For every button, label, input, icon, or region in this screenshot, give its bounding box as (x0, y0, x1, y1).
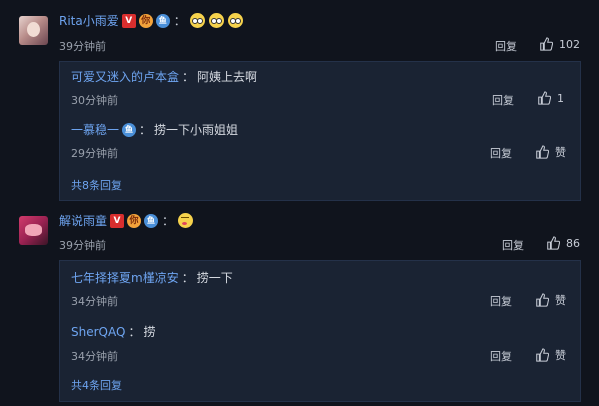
reply-list: 可爱又迷入的卢本盒：阿姨上去啊 30分钟前 回复 1 一慕稳一 鱼 ：捞一下小雨… (59, 61, 581, 201)
reply-list: 七年择择夏m槿凉安：捞一下 34分钟前 回复 赞 SherQAQ：捞 34分钟前… (59, 260, 581, 402)
colon: ： (162, 214, 175, 228)
reply-item: 七年择择夏m槿凉安：捞一下 34分钟前 回复 赞 (60, 261, 580, 313)
like-count: 赞 (555, 349, 566, 362)
reply-username[interactable]: 一慕稳一 (71, 121, 119, 138)
reply-time: 30分钟前 (71, 94, 118, 107)
reply-item: 可爱又迷入的卢本盒：阿姨上去啊 30分钟前 回复 1 (60, 62, 580, 114)
username[interactable]: 解说雨童 (59, 212, 107, 229)
like-count: 赞 (555, 146, 566, 159)
kiss-emoji-icon (178, 213, 194, 228)
reply-colon: ： (182, 70, 195, 84)
thumbs-up-icon (536, 348, 549, 362)
reply-button[interactable]: 回复 (490, 293, 512, 309)
glasses-emoji-icon (189, 13, 205, 28)
reply-colon: ： (181, 271, 194, 285)
thumbs-up-icon (547, 236, 560, 250)
reply-username[interactable]: SherQAQ (71, 325, 125, 339)
reply-button[interactable]: 回复 (495, 38, 517, 54)
like-button[interactable]: 赞 (535, 347, 566, 363)
reply-button[interactable]: 回复 (490, 145, 512, 161)
verified-badge-icon: V (121, 13, 136, 28)
reply-username[interactable]: 七年择择夏m槿凉安 (71, 269, 179, 286)
reply-item: SherQAQ：捞 34分钟前 回复 赞 (60, 316, 580, 368)
reply-button[interactable]: 回复 (502, 237, 524, 253)
like-count: 赞 (555, 294, 566, 307)
more-replies-link[interactable]: 共8条回复 (71, 177, 122, 193)
like-button[interactable]: 102 (539, 37, 580, 51)
fish-badge-icon: 鱼 (155, 13, 170, 28)
like-button[interactable]: 1 (537, 91, 564, 105)
reply-time: 29分钟前 (71, 147, 118, 160)
comment-item: 解说雨童 V 你 鱼 ： 39分钟前 回复 86 七年择择夏m槿凉安：捞一下 3… (0, 205, 599, 406)
fish-badge-icon: 鱼 (122, 122, 137, 137)
avatar[interactable] (19, 216, 48, 245)
thumbs-up-icon (536, 293, 549, 307)
thumbs-up-icon (536, 145, 549, 159)
comment-username-row: 解说雨童 V 你 鱼 ： (59, 212, 194, 229)
colon: ： (173, 14, 186, 28)
glasses-emoji-icon (227, 13, 243, 28)
thumbs-up-icon (540, 37, 553, 51)
reply-time: 34分钟前 (71, 295, 118, 308)
comment-time: 39分钟前 (59, 239, 106, 252)
comment-item: Rita小雨爱 V 你 鱼 ： 39分钟前 回复 102 可爱又迷入的卢本盒：阿… (0, 0, 599, 205)
reply-item: 一慕稳一 鱼 ：捞一下小雨姐姐 29分钟前 回复 赞 (60, 115, 580, 167)
reply-colon: ： (139, 123, 152, 137)
like-count: 1 (557, 91, 564, 105)
reply-text: 阿姨上去啊 (197, 70, 258, 84)
reply-text: 捞一下小雨姐姐 (154, 123, 239, 137)
reply-time: 34分钟前 (71, 350, 118, 363)
like-count: 86 (566, 236, 580, 250)
reply-header: 一慕稳一 鱼 ：捞一下小雨姐姐 (71, 121, 238, 138)
username[interactable]: Rita小雨爱 (59, 12, 119, 29)
like-count: 102 (559, 37, 580, 51)
reply-button[interactable]: 回复 (492, 92, 514, 108)
thumbs-up-icon (538, 91, 551, 105)
avatar[interactable] (19, 16, 48, 45)
reply-colon: ： (128, 325, 141, 339)
like-button[interactable]: 86 (546, 236, 580, 250)
reply-header: 七年择择夏m槿凉安：捞一下 (71, 269, 233, 286)
comment-time: 39分钟前 (59, 40, 106, 53)
reply-text: 捞一下 (196, 271, 233, 285)
glasses-emoji-icon (208, 13, 224, 28)
fish-badge-icon: 鱼 (144, 213, 159, 228)
fan-badge-icon: 你 (127, 213, 142, 228)
verified-badge-icon: V (110, 213, 125, 228)
reply-username[interactable]: 可爱又迷入的卢本盒 (71, 68, 179, 85)
reply-header: 可爱又迷入的卢本盒：阿姨上去啊 (71, 68, 257, 85)
comment-username-row: Rita小雨爱 V 你 鱼 ： (59, 12, 243, 29)
reply-text: 捞 (143, 325, 156, 339)
like-button[interactable]: 赞 (535, 144, 566, 160)
fan-badge-icon: 你 (138, 13, 153, 28)
reply-button[interactable]: 回复 (490, 348, 512, 364)
like-button[interactable]: 赞 (535, 292, 566, 308)
reply-header: SherQAQ：捞 (71, 323, 155, 340)
more-replies-link[interactable]: 共4条回复 (71, 377, 122, 393)
